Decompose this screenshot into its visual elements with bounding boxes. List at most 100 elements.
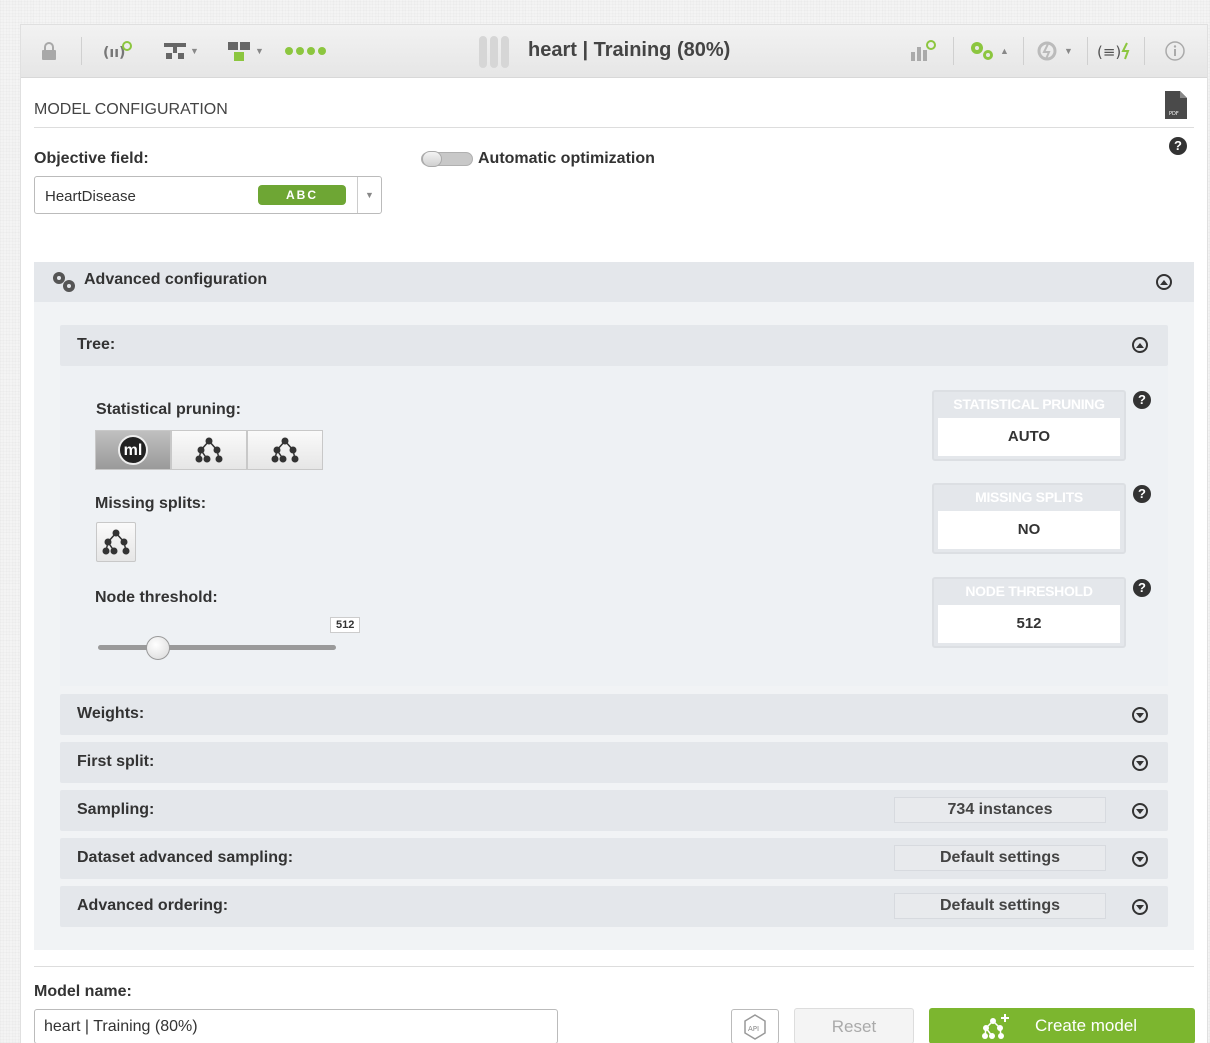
objective-field-value: HeartDisease	[45, 188, 136, 205]
svg-text:API: API	[748, 1025, 759, 1033]
advanced-ordering-label: Advanced ordering:	[77, 897, 229, 914]
toolbar-separator	[81, 37, 82, 65]
title-progress-icon	[479, 36, 509, 68]
advanced-ordering-panel[interactable]: Advanced ordering: Default settings	[60, 886, 1168, 927]
model-name-input[interactable]	[34, 1009, 558, 1043]
dataset-advanced-sampling-label: Dataset advanced sampling:	[77, 849, 294, 866]
tree-icon	[102, 529, 130, 555]
chart-icon[interactable]	[909, 39, 939, 63]
chevron-down-icon[interactable]: ▼	[357, 177, 381, 213]
summary-value: NO	[938, 511, 1120, 549]
dataset-advanced-sampling-panel[interactable]: Dataset advanced sampling: Default setti…	[60, 838, 1168, 879]
create-model-label: Create model	[1035, 1016, 1138, 1035]
info-icon[interactable]	[1164, 39, 1186, 63]
pdf-icon[interactable]: PDF	[1165, 91, 1187, 119]
divider	[34, 127, 1194, 128]
expand-icon[interactable]	[1132, 899, 1148, 915]
create-model-icon	[982, 1014, 1009, 1039]
api-icon: API	[744, 1013, 766, 1040]
help-icon[interactable]: ?	[1169, 137, 1187, 155]
ensemble-icon[interactable]: ▼	[1036, 39, 1073, 63]
automatic-optimization-label: Automatic optimization	[478, 150, 655, 167]
tree-icon[interactable]: ▼	[162, 39, 199, 63]
main-frame: (ıı) ▼ ▼ heart | Training (80%) ▲ ▼ (≡)	[20, 24, 1208, 1043]
missing-splits-button[interactable]	[96, 522, 136, 562]
summary-value: AUTO	[938, 418, 1120, 456]
expand-icon[interactable]	[1132, 707, 1148, 723]
toolbar-separator	[1087, 37, 1088, 65]
pruning-on-button[interactable]	[171, 430, 247, 470]
automatic-optimization-toggle[interactable]	[421, 151, 473, 167]
first-split-label: First split:	[77, 753, 155, 770]
expand-icon[interactable]	[1132, 851, 1148, 867]
statistical-pruning-summary: STATISTICAL PRUNING AUTO	[932, 390, 1126, 461]
gears-icon	[53, 272, 75, 292]
node-threshold-slider[interactable]	[98, 645, 336, 650]
svg-text:(≡): (≡)	[1097, 43, 1121, 61]
missing-splits-summary: MISSING SPLITS NO	[932, 483, 1126, 554]
summary-caption: NODE THRESHOLD	[965, 583, 1093, 599]
sampling-label: Sampling:	[77, 801, 155, 818]
weights-label: Weights:	[77, 705, 145, 722]
missing-splits-label: Missing splits:	[95, 495, 207, 512]
toolbar-separator	[1023, 37, 1024, 65]
tree-panel-header[interactable]: Tree:	[60, 325, 1168, 366]
help-icon[interactable]: ?	[1133, 579, 1151, 597]
objective-field-select[interactable]: HeartDisease ABC ▼	[34, 176, 382, 214]
filter-icon[interactable]: ▼	[227, 39, 264, 63]
weights-panel[interactable]: Weights:	[60, 694, 1168, 735]
svg-text:PDF: PDF	[1169, 111, 1179, 117]
sampling-panel[interactable]: Sampling: 734 instances	[60, 790, 1168, 831]
ml-icon: ml	[118, 435, 148, 465]
statistical-pruning-buttons: ml	[95, 430, 323, 470]
node-threshold-slider-handle[interactable]	[146, 636, 170, 660]
statistical-pruning-label: Statistical pruning:	[96, 401, 241, 418]
toolbar: (ıı) ▼ ▼ heart | Training (80%) ▲ ▼ (≡)	[21, 25, 1207, 78]
collapse-icon[interactable]	[1156, 274, 1172, 290]
node-threshold-summary: NODE THRESHOLD 512	[932, 577, 1126, 648]
chevron-up-icon: ▲	[1000, 46, 1009, 56]
chevron-down-icon: ▼	[1064, 46, 1073, 56]
toolbar-separator	[953, 37, 954, 65]
tree-label: Tree:	[77, 336, 116, 353]
toolbar-separator	[1144, 37, 1145, 65]
objective-field-label: Objective field:	[34, 150, 149, 167]
first-split-panel[interactable]: First split:	[60, 742, 1168, 783]
expand-icon[interactable]	[1132, 803, 1148, 819]
chevron-down-icon: ▼	[190, 46, 199, 56]
page-title: heart | Training (80%)	[528, 39, 731, 61]
node-threshold-label: Node threshold:	[95, 589, 218, 606]
lock-icon[interactable]	[41, 39, 57, 63]
summary-caption: MISSING SPLITS	[975, 489, 1083, 505]
model-name-label: Model name:	[34, 983, 132, 1000]
sampling-value: 734 instances	[894, 797, 1106, 823]
formula-icon[interactable]: (≡)	[1097, 39, 1133, 63]
field-type-badge: ABC	[258, 185, 346, 205]
svg-text:(ıı): (ıı)	[103, 45, 125, 61]
advanced-configuration-panel: Advanced configuration Tree: Statistical…	[34, 262, 1194, 950]
tree-pruned-icon	[195, 437, 223, 463]
help-icon[interactable]: ?	[1133, 485, 1151, 503]
dataset-advanced-sampling-value: Default settings	[894, 845, 1106, 871]
status-dots	[285, 47, 326, 55]
section-title: MODEL CONFIGURATION	[34, 101, 228, 118]
chevron-down-icon: ▼	[255, 46, 264, 56]
help-icon[interactable]: ?	[1133, 391, 1151, 409]
dataset-icon[interactable]: (ıı)	[103, 39, 133, 63]
expand-icon[interactable]	[1132, 755, 1148, 771]
pruning-smart-button[interactable]: ml	[95, 430, 171, 470]
reset-button[interactable]: Reset	[794, 1008, 914, 1043]
divider	[34, 966, 1194, 967]
collapse-icon[interactable]	[1132, 337, 1148, 353]
advanced-ordering-value: Default settings	[894, 893, 1106, 919]
api-button[interactable]: API	[731, 1009, 779, 1043]
pruning-off-button[interactable]	[247, 430, 323, 470]
summary-value: 512	[938, 605, 1120, 643]
advanced-configuration-label: Advanced configuration	[84, 271, 268, 288]
node-threshold-value: 512	[330, 617, 361, 633]
create-model-button[interactable]: Create model	[929, 1008, 1195, 1043]
tree-panel-body: Statistical pruning: ml Missing splits: …	[60, 366, 1168, 686]
tree-full-icon	[271, 437, 299, 463]
advanced-configuration-header[interactable]: Advanced configuration	[34, 262, 1194, 302]
configure-icon[interactable]: ▲	[968, 39, 1009, 63]
